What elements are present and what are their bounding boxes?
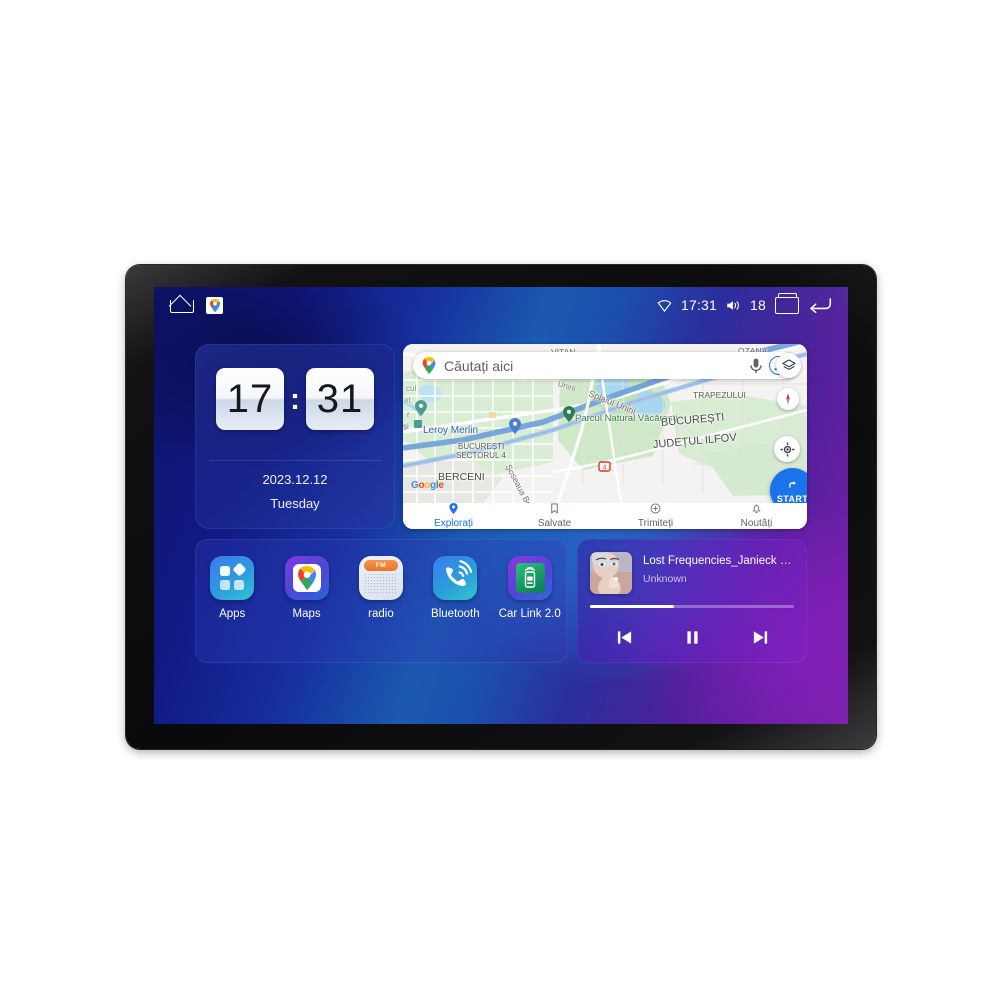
map-compass-button[interactable]: [777, 388, 799, 410]
map-tab-salvate[interactable]: Salvate: [504, 503, 605, 529]
map-bottom-tabs: Explorați Salvate Trimiteți Noutăți: [403, 503, 807, 529]
start-label: START: [776, 493, 807, 504]
playback-progress-bar[interactable]: [590, 605, 794, 608]
bell-icon: [751, 503, 762, 517]
app-maps[interactable]: Maps: [275, 556, 339, 620]
maps-widget[interactable]: 4 Google cul et OZANA Unirii Splaiul Uni…: [403, 344, 807, 529]
car-link-glyph: [525, 567, 536, 588]
map-tab-trimitei[interactable]: Trimiteți: [605, 503, 706, 529]
status-bar: 17:31 18: [154, 287, 848, 323]
app-label: Apps: [219, 608, 246, 620]
google-maps-pin-icon: [422, 357, 436, 374]
map-tab-label: Noutăți: [740, 518, 773, 529]
clock-widget[interactable]: 17 : 31 2023.12.12 Tuesday: [195, 344, 395, 529]
bookmark-icon: [549, 503, 560, 517]
previous-track-button[interactable]: [611, 626, 637, 648]
clock-weekday: Tuesday: [270, 496, 320, 511]
clock-date: 2023.12.12: [262, 472, 328, 487]
track-artist: Unknown: [643, 573, 687, 585]
screenshot-canvas: 17:31 18 17 : 31 2023.12.12 Tuesday 4 Go…: [0, 0, 1000, 1000]
map-tab-label: Explorați: [434, 518, 473, 529]
status-bar-right: 17:31 18: [657, 292, 832, 314]
apps-grid-icon: [210, 556, 255, 600]
maps-pin-icon[interactable]: [206, 296, 223, 314]
apps-grid-glyph: [220, 563, 246, 590]
app-label: Bluetooth: [431, 608, 480, 620]
app-apps[interactable]: Apps: [200, 556, 264, 620]
next-track-icon: [753, 630, 767, 644]
map-layers-button[interactable]: [776, 353, 801, 378]
car-link-icon: [507, 556, 552, 600]
map-search-bar[interactable]: Căutați aici: [413, 352, 797, 379]
app-label: radio: [368, 608, 394, 620]
playback-progress-fill: [590, 605, 674, 608]
maps-pin-glyph: [297, 566, 316, 590]
next-track-button[interactable]: [747, 626, 773, 648]
status-clock: 17:31: [680, 297, 718, 313]
previous-track-icon: [617, 630, 631, 644]
map-tab-nouti[interactable]: Noutăți: [706, 503, 807, 529]
clock-separator: :: [290, 382, 300, 416]
album-art-portrait: [590, 552, 632, 594]
volume-icon[interactable]: [726, 299, 741, 312]
clock-hours: 17: [216, 368, 284, 430]
playback-controls: [590, 622, 794, 652]
pause-icon: [686, 630, 698, 644]
speaker-grille: [363, 573, 398, 595]
maps-pin-glyph: [209, 298, 220, 312]
play-pause-button[interactable]: [679, 626, 705, 648]
google-maps-icon: [284, 556, 329, 600]
app-dock: Apps Maps FM radio Bluetooth Car Link 2.…: [195, 539, 567, 663]
app-bluetooth[interactable]: Bluetooth: [423, 556, 487, 620]
fm-radio-icon: FM: [358, 556, 403, 600]
car-link-plate: [515, 563, 545, 593]
send-plus-icon: [650, 503, 661, 517]
back-arrow-icon[interactable]: [808, 297, 832, 313]
music-player-widget[interactable]: Lost Frequencies_Janieck Devy-... Unknow…: [577, 539, 807, 663]
layers-icon: [781, 358, 796, 370]
fm-band-label: FM: [363, 560, 398, 571]
car-head-unit-device: 17:31 18 17 : 31 2023.12.12 Tuesday 4 Go…: [126, 265, 876, 749]
explore-pin-icon: [448, 503, 459, 517]
wifi-icon: [657, 299, 672, 312]
album-art: [590, 552, 632, 594]
device-screen: 17:31 18 17 : 31 2023.12.12 Tuesday 4 Go…: [154, 287, 848, 724]
maps-icon-plate: [292, 564, 321, 592]
map-canvas[interactable]: 4 Google cul et OZANA Unirii Splaiul Uni…: [403, 344, 807, 503]
clock-divider: [209, 460, 381, 461]
bluetooth-phone-icon: [433, 556, 478, 600]
microphone-icon[interactable]: [750, 358, 762, 374]
track-title: Lost Frequencies_Janieck Devy-...: [643, 555, 798, 567]
recent-apps-icon[interactable]: [775, 292, 799, 314]
navigation-arrow-icon: [785, 478, 800, 492]
home-icon[interactable]: [170, 297, 194, 313]
app-radio[interactable]: FM radio: [349, 556, 413, 620]
map-locate-button[interactable]: [774, 436, 800, 462]
flip-clock: 17 : 31: [195, 368, 395, 430]
map-tab-explorai[interactable]: Explorați: [403, 503, 504, 529]
app-car-link[interactable]: Car Link 2.0: [498, 556, 562, 620]
status-bar-left: [170, 296, 223, 314]
app-label: Maps: [292, 608, 321, 620]
clock-minutes: 31: [306, 368, 374, 430]
svg-text:4: 4: [603, 464, 607, 471]
map-tab-label: Trimiteți: [637, 518, 674, 529]
bluetooth-phone-glyph: [446, 560, 473, 586]
volume-level: 18: [750, 297, 766, 313]
compass-icon: [786, 393, 790, 405]
my-location-icon: [780, 442, 794, 456]
app-label: Car Link 2.0: [498, 608, 561, 620]
map-search-input[interactable]: Căutați aici: [444, 358, 750, 374]
map-tab-label: Salvate: [537, 518, 572, 529]
